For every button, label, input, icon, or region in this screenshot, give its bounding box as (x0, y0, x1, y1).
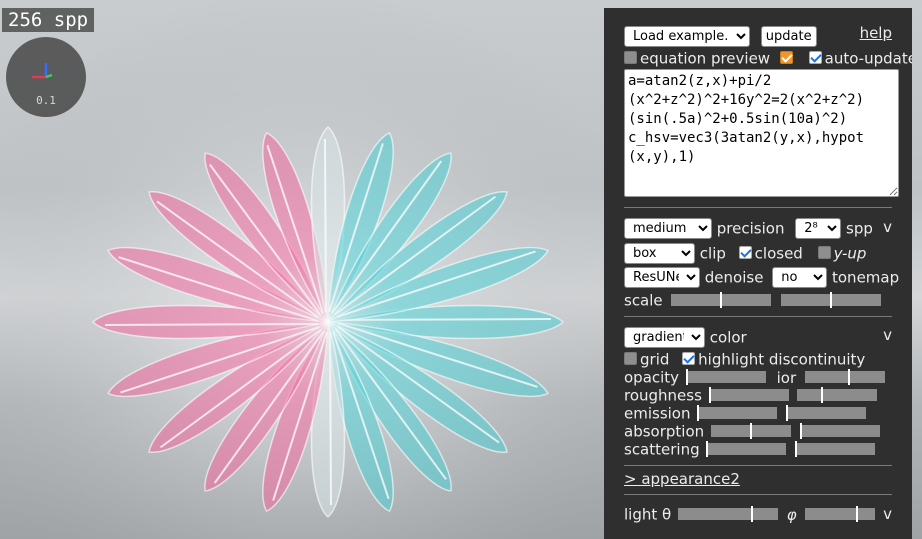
light-phi-slider[interactable] (805, 506, 876, 522)
clip-select[interactable]: box (624, 243, 695, 264)
ior-slider[interactable] (804, 369, 885, 385)
axis-scale-label: 0.1 (36, 94, 56, 107)
appearance2-row: > appearance2 (624, 470, 892, 488)
auto-update-label: auto-update (824, 49, 912, 68)
divider (624, 494, 892, 495)
absorption-slider-1[interactable] (710, 423, 791, 439)
emission-label: emission (624, 404, 691, 423)
precision-select[interactable]: medium (624, 218, 712, 239)
clip-label: clip (699, 244, 726, 263)
slider-thumb[interactable] (847, 369, 850, 385)
load-example-select[interactable]: Load example... (624, 26, 750, 47)
emission-row: emission (624, 404, 892, 423)
appearance2-link[interactable]: > appearance2 (624, 470, 740, 488)
ior-label: ior (776, 368, 797, 387)
y-up-checkbox[interactable] (817, 246, 831, 259)
grid-label: grid (640, 350, 670, 369)
precision-row: medium precision 2⁸ spp (624, 218, 892, 239)
denoise-label: denoise (704, 268, 764, 287)
scale-label: scale (624, 291, 663, 310)
scattering-slider-2[interactable] (795, 441, 876, 457)
slider-thumb[interactable] (799, 423, 802, 439)
preview-indicator-checkbox[interactable] (779, 51, 793, 64)
scattering-slider-1[interactable] (706, 441, 787, 457)
denoise-row: ResUNet denoise no tonemap (624, 267, 899, 288)
control-panel: Load example... update help equation pre… (604, 8, 912, 539)
y-up-label: y-up (833, 244, 867, 263)
clip-row: box clip closed y-up (624, 243, 892, 264)
slider-thumb[interactable] (786, 405, 789, 421)
grid-checkbox[interactable] (624, 352, 637, 365)
color-mode-select[interactable]: gradient (624, 327, 705, 348)
scale-slider-1[interactable] (671, 292, 772, 308)
slider-thumb[interactable] (685, 369, 688, 385)
render-section-toggle[interactable]: v (883, 218, 892, 236)
absorption-slider-2[interactable] (799, 423, 880, 439)
opacity-label: opacity (624, 368, 680, 387)
slider-thumb[interactable] (708, 387, 711, 403)
slider-thumb[interactable] (821, 387, 824, 403)
slider-thumb[interactable] (830, 292, 833, 308)
help-link[interactable]: help (860, 24, 892, 42)
color-section-toggle[interactable]: v (883, 326, 892, 344)
slider-thumb[interactable] (750, 506, 753, 522)
precision-label: precision (716, 219, 785, 238)
scattering-label: scattering (624, 440, 700, 459)
scale-slider-2[interactable] (781, 292, 882, 308)
color-label: color (709, 328, 747, 347)
slider-thumb[interactable] (697, 405, 700, 421)
emission-slider-1[interactable] (697, 405, 778, 421)
light-row: light θ φ (624, 505, 892, 524)
update-button[interactable]: update (760, 26, 817, 47)
tonemap-label: tonemap (832, 268, 900, 287)
grid-row: grid highlight discontinuity (624, 350, 892, 369)
spp-select[interactable]: 2⁸ (795, 218, 842, 239)
opacity-slider[interactable] (685, 369, 766, 385)
rendered-surface-image (0, 0, 604, 539)
auto-update-checkbox[interactable] (808, 51, 822, 64)
closed-checkbox[interactable] (738, 246, 752, 259)
denoise-select[interactable]: ResUNet (624, 267, 700, 288)
absorption-label: absorption (624, 422, 705, 441)
absorption-row: absorption (624, 422, 892, 441)
equation-preview-label: equation preview (640, 49, 771, 68)
closed-label: closed (754, 244, 803, 263)
highlight-discontinuity-label: highlight discontinuity (698, 350, 866, 369)
light-section-toggle[interactable]: v (883, 505, 892, 523)
divider (624, 316, 892, 317)
divider (624, 465, 892, 466)
light-theta-label: light θ (624, 505, 672, 524)
roughness-slider-1[interactable] (708, 387, 789, 403)
light-theta-slider[interactable] (677, 506, 778, 522)
roughness-row: roughness (624, 386, 892, 405)
opacity-row: opacity ior (624, 368, 892, 387)
color-mode-row: gradient color (624, 327, 892, 348)
emission-slider-2[interactable] (786, 405, 867, 421)
light-phi-label: φ (786, 505, 797, 524)
spp-label: spp (846, 219, 873, 238)
scale-row: scale (624, 291, 892, 310)
slider-thumb[interactable] (795, 441, 798, 457)
roughness-slider-2[interactable] (797, 387, 878, 403)
slider-thumb[interactable] (856, 506, 859, 522)
equation-preview-checkbox[interactable] (624, 51, 637, 64)
tonemap-select[interactable]: no (772, 267, 828, 288)
equation-editor[interactable] (624, 69, 899, 197)
divider (624, 207, 892, 208)
top-toolbar: Load example... update help (624, 24, 892, 47)
slider-thumb[interactable] (720, 292, 723, 308)
spp-counter: 256 spp (2, 8, 95, 32)
roughness-label: roughness (624, 386, 702, 405)
preview-options: equation preview auto-update (624, 49, 912, 68)
scattering-row: scattering (624, 440, 892, 459)
axis-gizmo[interactable]: 0.1 (6, 37, 86, 117)
slider-thumb[interactable] (706, 441, 709, 457)
highlight-discontinuity-checkbox[interactable] (682, 352, 696, 365)
slider-thumb[interactable] (749, 423, 752, 439)
